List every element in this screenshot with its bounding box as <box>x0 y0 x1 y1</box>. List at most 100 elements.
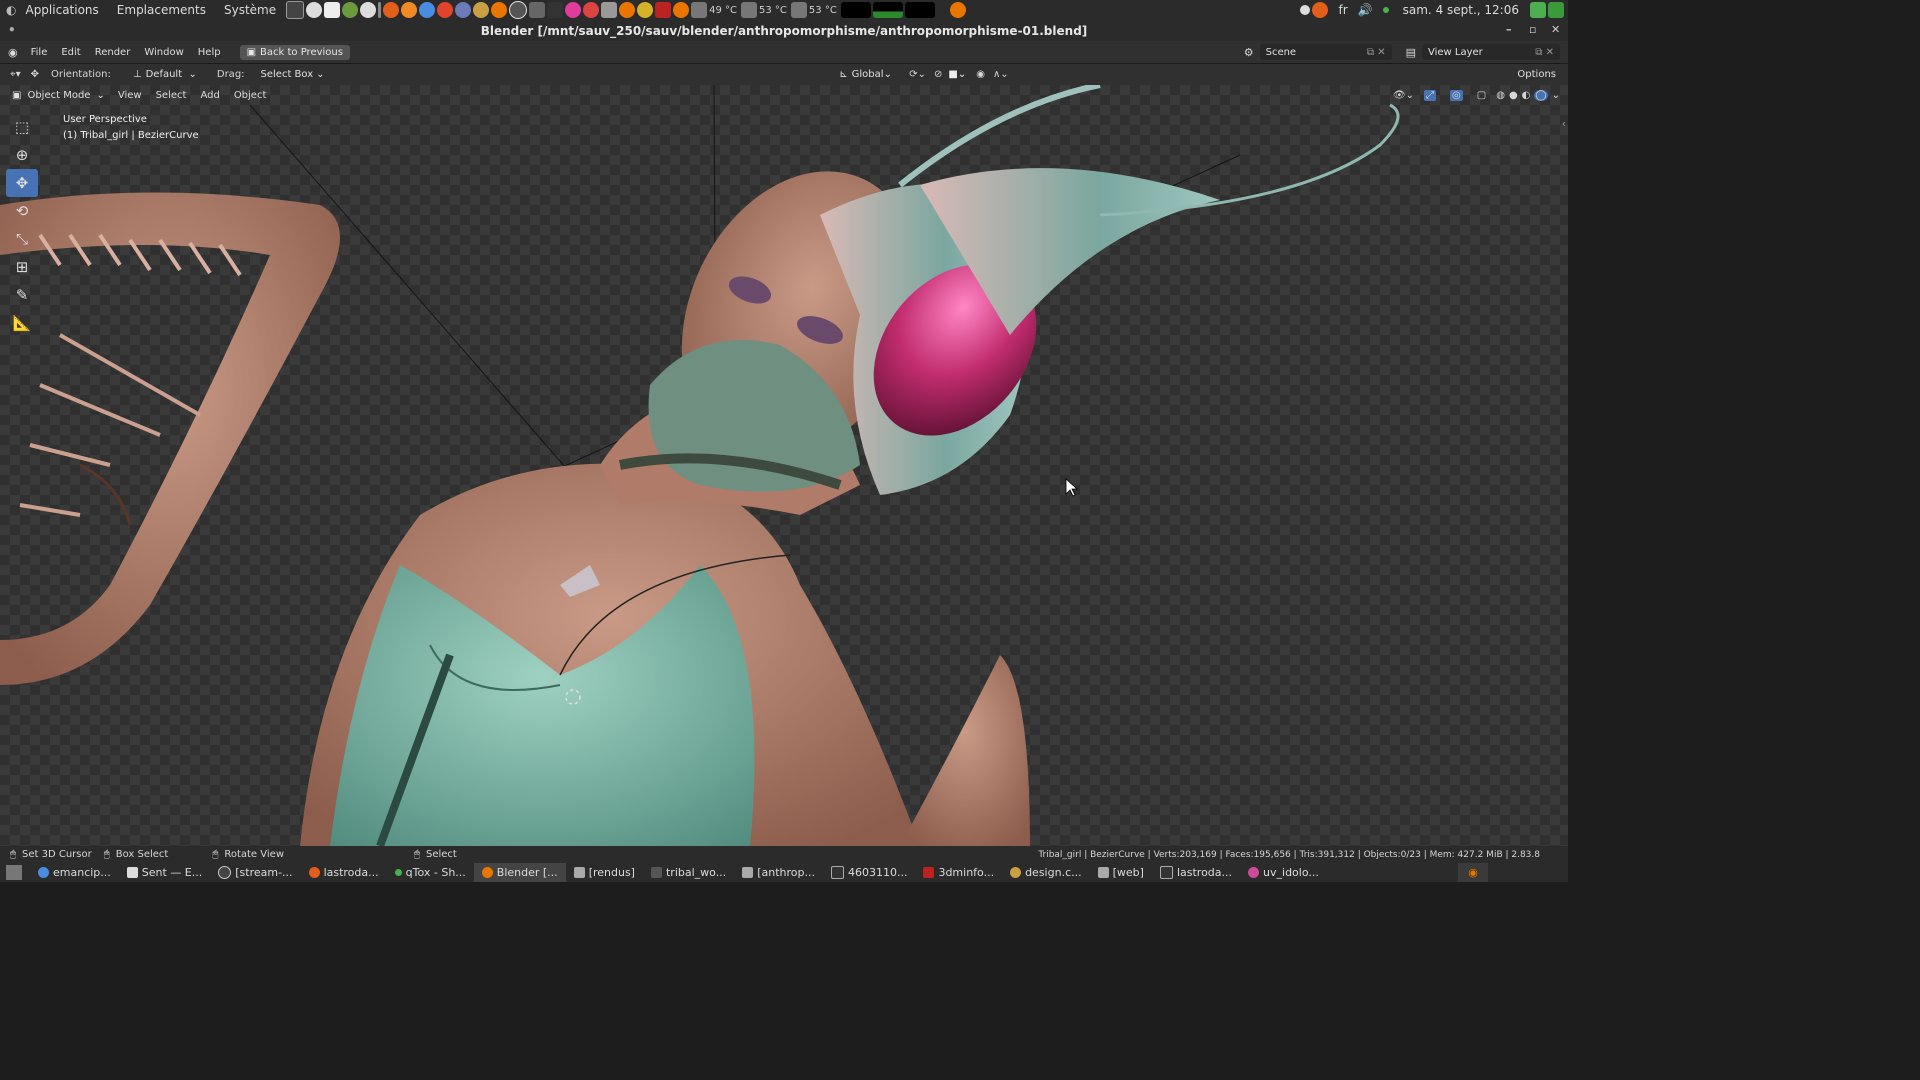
annotate-tool-icon[interactable]: ✎ <box>6 281 38 309</box>
obs-launcher-icon[interactable] <box>360 2 377 18</box>
menu-edit[interactable]: Edit <box>54 47 87 58</box>
rotate-tool-icon[interactable]: ⟲ <box>6 197 38 225</box>
menu-object[interactable]: Object <box>227 90 274 101</box>
overlay-toggle-icon[interactable]: ◎ <box>1450 89 1463 101</box>
taskbar-item-3[interactable]: [stream-... <box>210 863 300 882</box>
material-shading-icon[interactable]: ◐ <box>1522 90 1531 101</box>
taskbar-item-1[interactable]: emancip... <box>30 863 119 882</box>
taskbar-item-12[interactable]: design.c... <box>1002 863 1090 882</box>
taskbar-item-14[interactable]: lastroda... <box>1152 863 1240 882</box>
os-logo-icon[interactable]: ◐ <box>6 3 16 17</box>
transform-tool-icon[interactable]: ⊞ <box>6 253 38 281</box>
move-tool-icon[interactable]: ✥ <box>6 169 38 197</box>
launcher-misc-icon[interactable] <box>529 2 546 18</box>
proportional-edit-icon[interactable]: ◉ <box>976 69 985 80</box>
taskbar-item-13[interactable]: [web] <box>1090 863 1152 882</box>
launcher-yellow-icon[interactable] <box>637 2 654 18</box>
scene-field[interactable]: Scene ⧉ ✕ <box>1259 44 1392 60</box>
drag-dropdown[interactable]: Select Box ⌄ <box>254 66 331 83</box>
visibility-icon[interactable]: 👁⌄ <box>1393 90 1414 101</box>
show-desktop-icon[interactable] <box>6 865 22 880</box>
gizmo-toggle-icon[interactable]: ⤢ <box>1424 89 1437 101</box>
launcher-pink-icon[interactable] <box>565 2 582 18</box>
menu-system[interactable]: Système <box>215 3 285 17</box>
close-icon[interactable]: ✕ <box>1551 23 1560 36</box>
launcher-multicolor-icon[interactable] <box>583 2 600 18</box>
minimize-icon[interactable]: – <box>1506 23 1512 36</box>
transform-orientation-dropdown[interactable]: ⊾ Global ⌄ <box>833 66 896 83</box>
blender-tray-icon[interactable] <box>949 2 966 18</box>
file-launcher-icon[interactable] <box>324 2 341 18</box>
keyboard-layout[interactable]: fr <box>1339 3 1348 17</box>
firefox-launcher-icon[interactable] <box>401 2 418 18</box>
taskbar-item-8[interactable]: tribal_wo... <box>643 863 734 882</box>
view-layer-selector-icon[interactable]: ▤ <box>1406 46 1416 59</box>
taskbar-item-9[interactable]: [anthrop... <box>734 863 823 882</box>
menu-select[interactable]: Select <box>149 90 194 101</box>
orientation-dropdown[interactable]: ⊥ Default ⌄ <box>126 66 203 83</box>
select-box-tool-icon[interactable]: ⬚ <box>6 113 38 141</box>
launcher-blue-icon[interactable] <box>455 2 472 18</box>
network-status-icon[interactable] <box>1382 7 1389 13</box>
maximize-icon[interactable]: ▫ <box>1529 23 1536 36</box>
launcher-colorful-icon[interactable] <box>437 2 454 18</box>
launcher-orange-x-icon[interactable] <box>383 2 400 18</box>
blender-launcher-icon[interactable] <box>491 2 508 18</box>
menu-help[interactable]: Help <box>191 47 228 58</box>
snap-icon[interactable]: ⊘ <box>934 69 942 80</box>
tray-orange-icon[interactable] <box>1311 2 1328 18</box>
taskbar-blender-icon[interactable]: ◉ <box>1458 863 1488 882</box>
blender-launcher-2-icon[interactable] <box>619 2 636 18</box>
gimp-launcher-icon[interactable] <box>473 2 490 18</box>
view-layer-new-close-icon[interactable]: ⧉ ✕ <box>1535 47 1554 58</box>
scale-tool-icon[interactable]: ⤡ <box>6 225 38 253</box>
menu-places[interactable]: Emplacements <box>108 3 215 17</box>
chromium-launcher-icon[interactable] <box>419 2 436 18</box>
launcher-skull-icon[interactable] <box>601 2 618 18</box>
window-menu-icon[interactable]: • <box>8 23 16 37</box>
volume-icon[interactable]: 🔊 <box>1358 3 1373 17</box>
taskbar-item-15[interactable]: uv_idolo... <box>1240 863 1327 882</box>
tray-green-icon[interactable] <box>1530 2 1546 18</box>
scene-selector-icon[interactable]: ⚙ <box>1244 46 1254 59</box>
tray-status-icon[interactable] <box>1299 5 1310 15</box>
menu-applications[interactable]: Applications <box>16 3 107 17</box>
shading-options-icon[interactable]: ⌄ <box>1552 90 1560 101</box>
launcher-vector-icon[interactable] <box>547 2 564 18</box>
cursor-tool-icon[interactable]: ⊕ <box>6 141 38 169</box>
rendered-shading-icon[interactable]: ◯ <box>1534 89 1548 101</box>
globe-launcher-icon[interactable] <box>306 2 323 18</box>
menu-view[interactable]: View <box>111 90 149 101</box>
taskbar-item-11[interactable]: 3dminfo... <box>915 863 1002 882</box>
xray-toggle-icon[interactable]: ▢ <box>1477 90 1486 101</box>
snap-target-icon[interactable]: ■⌄ <box>948 69 966 80</box>
blender-launcher-3-icon[interactable] <box>673 2 690 18</box>
terminal-launcher-icon[interactable] <box>286 1 305 19</box>
taskbar-item-6[interactable]: Blender [... <box>473 863 566 882</box>
pivot-point-icon[interactable]: ⟳⌄ <box>909 69 926 80</box>
scene-render[interactable] <box>0 85 1568 846</box>
sidebar-toggle-icon[interactable]: ‹ <box>1562 117 1566 130</box>
menu-file[interactable]: File <box>24 47 55 58</box>
taskbar-item-10[interactable]: 4603110... <box>823 863 915 882</box>
keepass-launcher-icon[interactable] <box>342 2 359 18</box>
view-layer-field[interactable]: View Layer ⧉ ✕ <box>1422 44 1560 60</box>
menu-add[interactable]: Add <box>193 90 226 101</box>
3d-viewport[interactable]: ▣ Object Mode ⌄ View Select Add Object 👁… <box>0 85 1568 846</box>
taskbar-item-7[interactable]: [rendus] <box>566 863 643 882</box>
menu-window[interactable]: Window <box>137 47 190 58</box>
solid-shading-icon[interactable]: ● <box>1509 90 1518 101</box>
scene-new-close-icon[interactable]: ⧉ ✕ <box>1367 47 1386 58</box>
falloff-icon[interactable]: ∧⌄ <box>993 69 1009 80</box>
tray-green-2-icon[interactable] <box>1548 2 1564 18</box>
blender-logo-icon[interactable]: ◉ <box>8 46 18 59</box>
object-mode-dropdown[interactable]: ▣ Object Mode ⌄ <box>6 87 111 103</box>
back-to-previous-button[interactable]: ▣ Back to Previous <box>239 44 350 60</box>
inkscape-launcher-icon[interactable] <box>509 1 528 19</box>
wireframe-shading-icon[interactable]: ◍ <box>1496 90 1505 101</box>
options-dropdown[interactable]: Options <box>1511 66 1563 83</box>
editor-type-icon[interactable]: ⌖▾ <box>10 69 21 80</box>
filezilla-launcher-icon[interactable] <box>655 2 672 18</box>
measure-tool-icon[interactable]: 📐 <box>6 309 38 337</box>
menu-render[interactable]: Render <box>88 47 138 58</box>
